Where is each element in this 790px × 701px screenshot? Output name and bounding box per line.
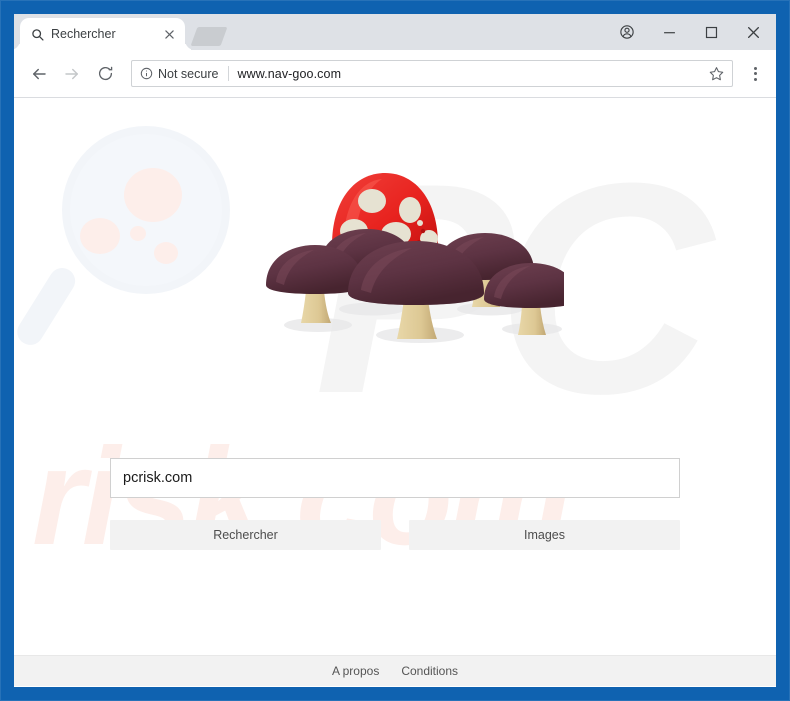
address-bar[interactable]: Not secure www.nav-goo.com	[131, 60, 733, 87]
new-tab-button[interactable]	[190, 27, 228, 46]
page-content: PC risk.com	[14, 98, 776, 686]
security-status-label: Not secure	[158, 66, 219, 81]
address-bar-url[interactable]: www.nav-goo.com	[237, 67, 700, 81]
tab-favicon-search-icon	[31, 28, 44, 41]
watermark-blob	[80, 218, 120, 254]
window-controls	[606, 14, 776, 50]
menu-dot	[753, 77, 757, 81]
watermark-blob	[124, 168, 182, 222]
search-buttons-row: Rechercher Images	[110, 520, 680, 550]
search-input-value: pcrisk.com	[123, 470, 193, 486]
forward-button-arrow-right-icon[interactable]	[57, 59, 87, 89]
reload-button-icon[interactable]	[90, 59, 120, 89]
footer-link-conditions[interactable]: Conditions	[401, 664, 458, 678]
footer-link-about[interactable]: A propos	[332, 664, 379, 678]
address-bar-divider	[228, 66, 230, 81]
mushroom-cluster-logo	[244, 153, 578, 368]
window-maximize-button[interactable]	[690, 16, 732, 48]
window-close-button[interactable]	[732, 16, 774, 48]
watermark-magnifier-lens	[70, 134, 222, 286]
chrome-menu-button[interactable]	[742, 60, 768, 88]
mushroom-brown-4	[484, 263, 578, 335]
search-input[interactable]: pcrisk.com	[110, 458, 680, 498]
window-minimize-button[interactable]	[648, 16, 690, 48]
profile-avatar-icon[interactable]	[606, 16, 648, 48]
back-button-arrow-left-icon[interactable]	[24, 59, 54, 89]
page-footer: A propos Conditions	[14, 655, 776, 686]
search-row: pcrisk.com	[110, 458, 680, 498]
bookmark-star-icon[interactable]	[706, 64, 726, 84]
watermark-magnifier-handle	[14, 263, 81, 350]
info-circle-icon	[140, 67, 153, 80]
images-button[interactable]: Images	[409, 520, 680, 550]
browser-toolbar: Not secure www.nav-goo.com	[14, 50, 776, 98]
watermark-blob	[154, 242, 178, 264]
browser-window: Rechercher Not secure www.nav-goo.com pc…	[14, 14, 776, 687]
search-button[interactable]: Rechercher	[110, 520, 381, 550]
security-status[interactable]: Not secure	[140, 67, 218, 81]
mushroom-brown-3	[348, 241, 484, 339]
browser-tab-rechercher[interactable]: Rechercher	[20, 18, 185, 50]
watermark-blob	[130, 226, 146, 241]
tab-strip: Rechercher	[14, 14, 776, 50]
menu-dot	[753, 66, 757, 70]
watermark-magnifier-icon	[62, 126, 230, 294]
browser-window-frame: Rechercher Not secure www.nav-goo.com pc…	[0, 0, 790, 701]
tab-close-icon[interactable]	[162, 27, 177, 42]
menu-dot	[753, 72, 757, 75]
tab-title: Rechercher	[51, 27, 116, 41]
